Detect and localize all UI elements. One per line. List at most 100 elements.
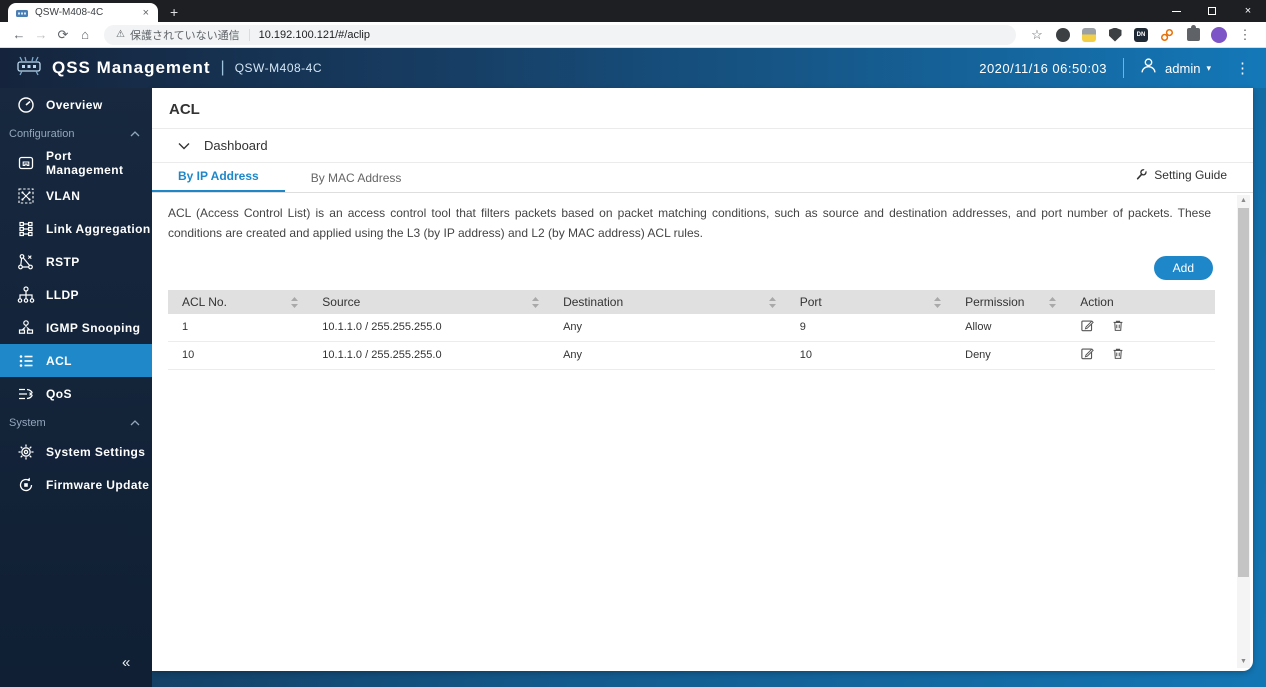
sidebar-item-label: Overview: [46, 97, 103, 112]
section-label: Configuration: [9, 127, 75, 140]
home-icon[interactable]: ⌂: [74, 27, 96, 42]
action-cell: [1080, 342, 1215, 369]
user-icon[interactable]: [1140, 57, 1157, 79]
extension-1-icon[interactable]: [1052, 27, 1074, 42]
page-title: ACL: [152, 88, 1253, 129]
rstp-icon: [15, 252, 37, 272]
extension-mountain-icon: [1082, 27, 1096, 42]
close-window-button[interactable]: ×: [1230, 0, 1266, 22]
gear-icon: [15, 442, 37, 462]
user-name[interactable]: admin: [1165, 61, 1200, 76]
sort-icon[interactable]: [768, 296, 776, 311]
content-scrollbar[interactable]: ▲ ▼: [1237, 195, 1250, 668]
minimize-button[interactable]: [1158, 0, 1194, 22]
browser-tab[interactable]: QSW-M408-4C ×: [8, 3, 158, 22]
add-button[interactable]: Add: [1153, 255, 1213, 280]
address-divider: [248, 28, 250, 41]
header-divider: [1123, 58, 1125, 78]
link-icon: [1160, 28, 1174, 41]
address-bar[interactable]: ⚠ 保護されていない通信 10.192.100.121/#/aclip: [104, 24, 1016, 45]
restore-button[interactable]: [1194, 0, 1230, 22]
restore-icon: [1208, 7, 1216, 15]
bookmark-star-icon[interactable]: ☆: [1026, 27, 1048, 43]
extension-dn-icon[interactable]: DN: [1130, 27, 1152, 42]
edit-icon[interactable]: [1080, 346, 1095, 364]
vlan-icon: [15, 186, 37, 206]
delete-icon[interactable]: [1111, 318, 1125, 336]
extensions-puzzle-icon[interactable]: [1182, 25, 1204, 41]
app-body: Overview Configuration Port Management V…: [0, 88, 1266, 687]
sidebar-collapse-button[interactable]: «: [122, 654, 130, 671]
sidebar-item-overview[interactable]: Overview: [0, 88, 152, 121]
column-acl-no[interactable]: ACL No.: [168, 289, 309, 314]
extension-link-icon[interactable]: [1156, 28, 1178, 42]
sidebar-item-link-aggregation[interactable]: Link Aggregation: [0, 212, 152, 245]
header-menu-icon[interactable]: ⋮: [1235, 59, 1250, 77]
scroll-down-icon[interactable]: ▼: [1237, 656, 1250, 668]
browser-menu-icon[interactable]: ⋮: [1234, 27, 1256, 43]
tab-by-mac-address[interactable]: By MAC Address: [285, 165, 428, 192]
igmp-snooping-icon: [15, 318, 37, 338]
column-label: Source: [322, 294, 361, 309]
datetime: 2020/11/16 06:50:03: [979, 60, 1108, 76]
sidebar-item-firmware-update[interactable]: Firmware Update: [0, 468, 152, 501]
screen: QSW-M408-4C × + × ← → ⟳ ⌂ ⚠ 保護されていない通信 1…: [0, 0, 1266, 687]
app-header: QSS Management | QSW-M408-4C 2020/11/16 …: [0, 48, 1266, 88]
sort-icon[interactable]: [291, 296, 299, 311]
sidebar-section-system[interactable]: System: [0, 410, 152, 435]
acl-description: ACL (Access Control List) is an access c…: [168, 206, 1211, 241]
table-header-row: ACL No. Source Destination Port Permissi…: [168, 289, 1215, 314]
sort-icon[interactable]: [532, 296, 540, 311]
close-tab-icon[interactable]: ×: [141, 7, 151, 19]
column-destination[interactable]: Destination: [549, 289, 786, 314]
sidebar-section-configuration[interactable]: Configuration: [0, 121, 152, 146]
profile-avatar[interactable]: [1208, 26, 1230, 43]
sidebar-item-label: Port Management: [46, 148, 124, 177]
scrollbar-thumb[interactable]: [1238, 208, 1249, 577]
qss-logo-icon: [16, 55, 42, 82]
content-card: ACL Dashboard By IP Address By MAC Addre…: [152, 88, 1253, 671]
column-port[interactable]: Port: [785, 289, 952, 314]
column-source[interactable]: Source: [308, 289, 550, 314]
table-row: 10 10.1.1.0 / 255.255.255.0 Any 10 Deny: [168, 341, 1215, 370]
extension-2-icon[interactable]: [1078, 27, 1100, 42]
scroll-up-icon[interactable]: ▲: [1237, 195, 1250, 207]
delete-icon[interactable]: [1111, 346, 1125, 364]
main-content: ACL Dashboard By IP Address By MAC Addre…: [152, 88, 1266, 687]
edit-icon[interactable]: [1080, 318, 1095, 336]
extension-shield-icon[interactable]: [1104, 27, 1126, 42]
scroll-area: ACL (Access Control List) is an access c…: [152, 193, 1253, 671]
dn-badge: DN: [1134, 27, 1148, 42]
sort-icon[interactable]: [1049, 296, 1057, 311]
sidebar-item-rstp[interactable]: RSTP: [0, 245, 152, 278]
sidebar-item-qos[interactable]: QoS: [0, 377, 152, 410]
back-icon[interactable]: ←: [8, 27, 30, 42]
sidebar-item-label: System Settings: [46, 444, 146, 459]
tab-by-ip-address[interactable]: By IP Address: [152, 163, 285, 192]
sort-icon[interactable]: [934, 296, 942, 311]
column-permission[interactable]: Permission: [951, 289, 1067, 314]
forward-icon[interactable]: →: [30, 27, 52, 42]
sidebar-item-igmp-snooping[interactable]: IGMP Snooping: [0, 311, 152, 344]
tab-title: QSW-M408-4C: [35, 7, 104, 18]
sidebar-item-acl[interactable]: ACL: [0, 344, 152, 377]
sidebar-item-system-settings[interactable]: System Settings: [0, 435, 152, 468]
sidebar-item-vlan[interactable]: VLAN: [0, 179, 152, 212]
new-tab-button[interactable]: +: [170, 4, 178, 20]
title-separator: |: [220, 59, 225, 76]
sidebar-item-label: LLDP: [46, 287, 79, 302]
dashboard-panel-header[interactable]: Dashboard: [152, 129, 1253, 163]
cell-destination: Any: [549, 341, 786, 370]
reload-icon[interactable]: ⟳: [52, 27, 74, 43]
sidebar-item-label: Link Aggregation: [46, 221, 151, 236]
setting-guide-button[interactable]: Setting Guide: [1134, 168, 1227, 182]
sidebar-item-lldp[interactable]: LLDP: [0, 278, 152, 311]
sidebar-item-label: RSTP: [46, 254, 80, 269]
action-cell: [1080, 314, 1215, 341]
user-caret-icon[interactable]: ▾: [1206, 63, 1211, 74]
column-label: Port: [799, 294, 822, 309]
device-name: QSW-M408-4C: [234, 61, 322, 75]
column-label: Destination: [563, 294, 624, 309]
sidebar-item-port-management[interactable]: Port Management: [0, 146, 152, 179]
app-title: QSS Management: [52, 58, 211, 77]
